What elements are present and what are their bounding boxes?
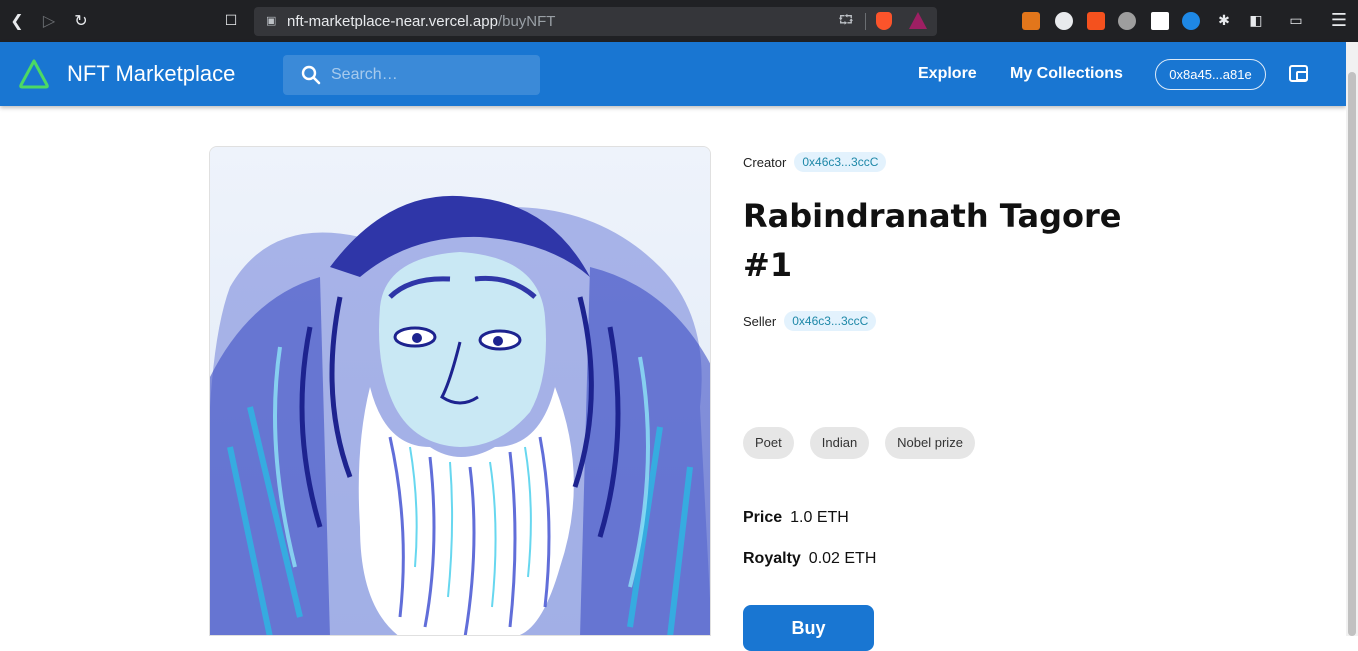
logo-icon[interactable]	[18, 58, 50, 90]
seller-row: Seller 0x46c3...3ccC	[743, 311, 877, 331]
extension-icon[interactable]	[1151, 12, 1169, 30]
tag-chip[interactable]: Poet	[743, 427, 794, 459]
extension-icon[interactable]	[1118, 12, 1136, 30]
search-input[interactable]	[331, 55, 531, 95]
tag-chip[interactable]: Nobel prize	[885, 427, 975, 459]
metamask-icon[interactable]	[1022, 12, 1040, 30]
tag-chip[interactable]: Indian	[809, 427, 870, 459]
price-label: Price	[743, 509, 783, 526]
nft-image	[209, 146, 711, 636]
forward-icon[interactable]: ▷	[38, 10, 60, 32]
lock-icon: ▣	[266, 14, 277, 27]
creator-row: Creator 0x46c3...3ccC	[743, 152, 887, 172]
brand-title[interactable]: NFT Marketplace	[67, 59, 235, 89]
extension-icon[interactable]	[1087, 12, 1105, 30]
scrollbar[interactable]	[1346, 42, 1358, 636]
tag-list: Poet Indian Nobel prize	[743, 427, 975, 459]
seller-address-chip[interactable]: 0x46c3...3ccC	[784, 311, 877, 331]
extension-icon[interactable]	[1055, 12, 1073, 30]
nft-title: Rabindranath Tagore #1	[743, 197, 1122, 284]
back-icon[interactable]: ❮	[6, 10, 28, 32]
buy-button[interactable]: Buy	[743, 605, 874, 651]
url-path: /buyNFT	[497, 13, 556, 30]
search-icon	[301, 65, 321, 85]
browser-toolbar: ❮ ▷ ↻ ☐ ▣ nft-marketplace-near.vercel.ap…	[0, 0, 1358, 42]
bookmark-icon[interactable]: ☐	[222, 10, 240, 32]
wallet-icon[interactable]: ▭	[1285, 10, 1307, 32]
royalty-label: Royalty	[743, 550, 801, 567]
share-icon[interactable]: ⮔	[837, 12, 855, 30]
app-header: NFT Marketplace Explore My Collections 0…	[0, 42, 1346, 106]
address-bar[interactable]: ▣ nft-marketplace-near.vercel.app/buyNFT…	[254, 7, 937, 36]
price-row: Price 1.0 ETH	[743, 509, 849, 527]
scrollbar-thumb[interactable]	[1348, 72, 1356, 636]
creator-address-chip[interactable]: 0x46c3...3ccC	[794, 152, 887, 172]
royalty-value: 0.02 ETH	[808, 550, 877, 567]
price-value: 1.0 ETH	[790, 509, 849, 526]
nav-explore[interactable]: Explore	[918, 62, 977, 86]
url-host: nft-marketplace-near.vercel.app	[287, 13, 498, 30]
menu-icon[interactable]: ☰	[1330, 10, 1348, 32]
wallet-icon[interactable]	[1289, 65, 1308, 82]
divider	[865, 13, 866, 30]
seller-label: Seller	[743, 313, 777, 329]
extensions-icon[interactable]: ✱	[1213, 10, 1235, 32]
url-text[interactable]: nft-marketplace-near.vercel.app/buyNFT	[287, 7, 555, 36]
search-box[interactable]	[283, 55, 540, 95]
reload-icon[interactable]: ↻	[70, 10, 92, 32]
account-address-button[interactable]: 0x8a45...a81e	[1155, 59, 1266, 90]
royalty-row: Royalty 0.02 ETH	[743, 550, 876, 568]
sidebar-icon[interactable]: ◧	[1245, 10, 1267, 32]
nav-my-collections[interactable]: My Collections	[1010, 62, 1123, 86]
creator-label: Creator	[743, 154, 787, 170]
tagore-portrait-artwork	[210, 147, 710, 635]
brave-rewards-icon[interactable]	[909, 12, 927, 29]
brave-shields-icon[interactable]	[876, 12, 892, 30]
extension-icon[interactable]	[1182, 12, 1200, 30]
